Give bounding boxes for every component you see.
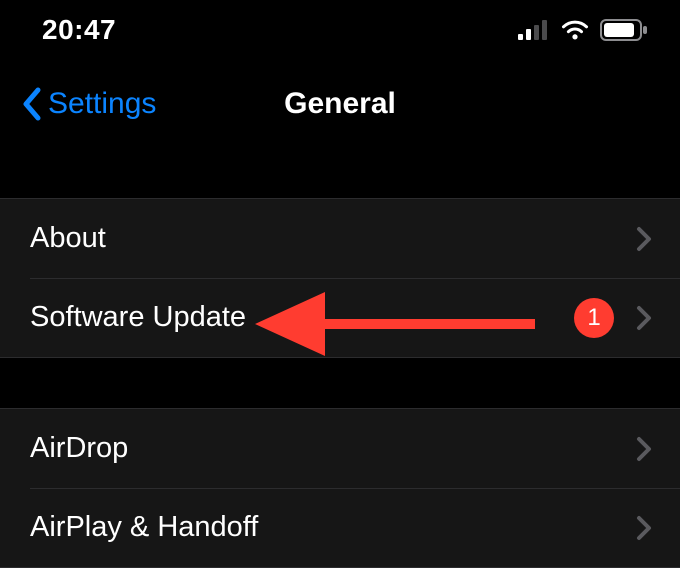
status-icons: [518, 19, 648, 41]
status-bar: 20:47: [0, 0, 680, 60]
section-sharing: AirDrop AirPlay & Handoff: [0, 408, 680, 568]
nav-bar: Settings General: [0, 60, 680, 148]
row-label: AirPlay & Handoff: [30, 511, 636, 544]
section-gap: [0, 358, 680, 408]
back-label: Settings: [48, 87, 156, 121]
row-trailing: [636, 226, 652, 252]
notification-badge: 1: [574, 298, 614, 338]
wifi-icon: [560, 19, 590, 41]
status-time: 20:47: [42, 14, 116, 46]
row-label: Software Update: [30, 301, 574, 334]
chevron-right-icon: [636, 226, 652, 252]
chevron-right-icon: [636, 515, 652, 541]
section-general-info: About Software Update 1: [0, 198, 680, 358]
chevron-left-icon: [20, 86, 44, 122]
battery-icon: [600, 19, 648, 41]
row-trailing: 1: [574, 298, 652, 338]
page-title: General: [284, 87, 396, 121]
row-airdrop[interactable]: AirDrop: [0, 409, 680, 488]
row-trailing: [636, 436, 652, 462]
row-label: AirDrop: [30, 432, 636, 465]
row-airplay-handoff[interactable]: AirPlay & Handoff: [0, 488, 680, 567]
section-gap: [0, 148, 680, 198]
back-button[interactable]: Settings: [20, 86, 156, 122]
cellular-icon: [518, 20, 550, 40]
row-trailing: [636, 515, 652, 541]
chevron-right-icon: [636, 305, 652, 331]
chevron-right-icon: [636, 436, 652, 462]
row-software-update[interactable]: Software Update 1: [0, 278, 680, 357]
row-about[interactable]: About: [0, 199, 680, 278]
row-label: About: [30, 222, 636, 255]
